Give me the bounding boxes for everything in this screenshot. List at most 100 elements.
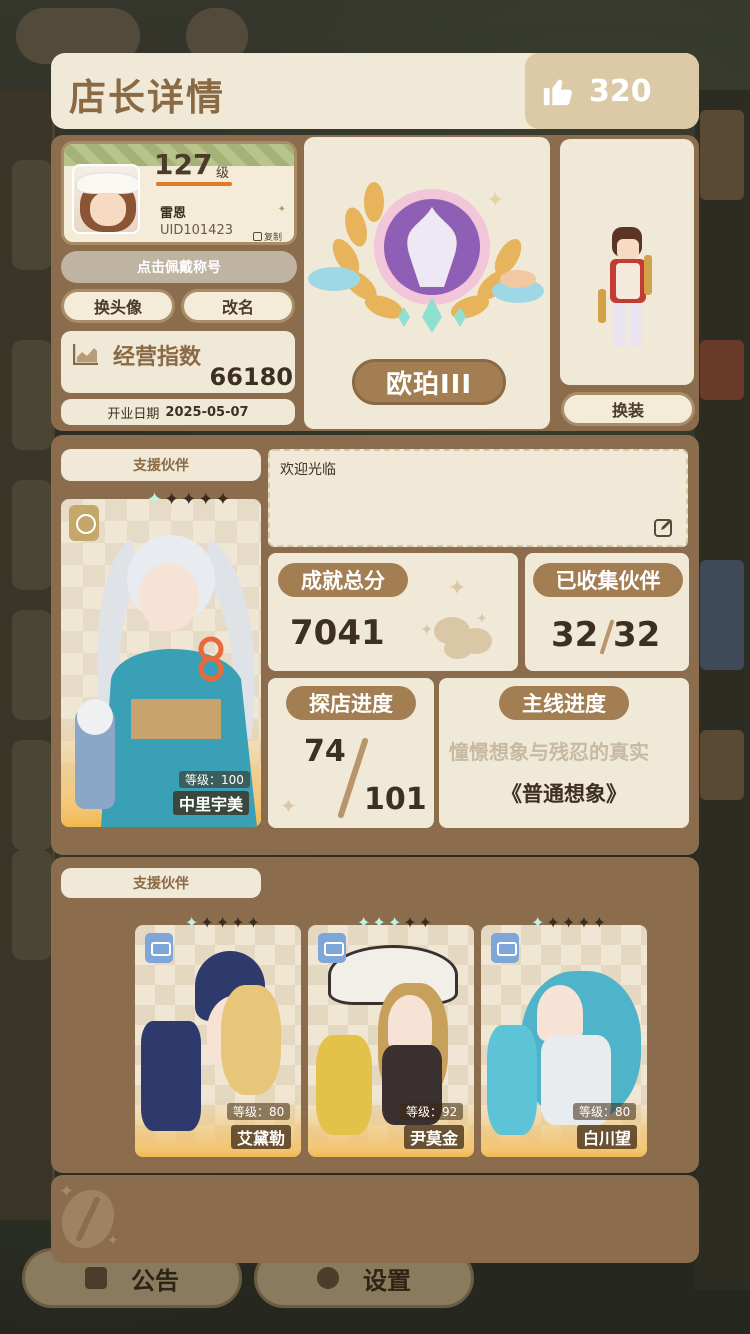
svg-text:✦: ✦ [476,611,488,627]
main-partner-level: 等级：100 [179,771,250,788]
partner-stars: ✦ ✦ ✦ ✦ ✦ [185,913,260,932]
likes-count: 320 [589,73,652,109]
star-icon: ✦ [418,913,433,932]
story-progress-card[interactable]: 主线进度 憧憬想象与残忍的真实 《普通想象》 [439,678,689,828]
chart-icon [73,344,98,365]
main-partner-name: 中里宇美 [173,791,250,815]
change-outfit-button[interactable]: 换装 [561,392,695,426]
support-partners-label: 支援伙伴 [61,868,261,898]
star-icon: ✦ [215,913,230,932]
star-icon: ✦ [372,913,386,932]
star-icon: ✦ [147,489,163,510]
thumbs-up-icon [541,74,575,108]
achievement-card[interactable]: 成就总分 7041 ✦ ✦ ✦ [268,553,518,671]
partner-hair [221,985,281,1095]
page-title: 店长详情 [69,76,225,119]
partner-type-icon [318,933,346,963]
star-icon: ✦ [592,913,607,932]
copy-uid-button[interactable]: 复制 [252,230,282,243]
change-avatar-button[interactable]: 换头像 [61,289,175,323]
story-mode: 《普通想象》 [501,782,627,806]
open-date-value: 2025-05-07 [165,404,249,420]
star-icon: ✦ [387,913,402,932]
business-index-label: 经营指数 [113,345,202,370]
welcome-message-box[interactable]: 欢迎光临 [268,449,688,547]
star-icon: ✦ [185,913,199,932]
avatar[interactable] [72,164,140,234]
star-icon: ✦ [231,913,245,932]
partner-stars: ✦ ✦ ✦ ✦ ✦ [531,913,606,932]
collected-total: 32 [613,615,661,655]
story-label: 主线进度 [499,686,629,720]
support-partner-card[interactable]: 等级：80 艾黛勒 [135,925,301,1157]
rename-button[interactable]: 改名 [181,289,295,323]
sparkle-icon: ✦ [277,204,286,215]
avatar-hat [76,172,138,194]
outfit-preview[interactable] [560,139,694,385]
sparkle-icon: ✦ [59,1181,75,1202]
partner-type-icon [491,933,519,963]
explore-label: 探店进度 [286,686,416,720]
background-shelf [700,560,744,670]
partner-name: 尹莫金 [404,1125,465,1149]
footer-bar: ✦ ✦ [51,1175,699,1263]
support-partner-card[interactable]: 等级：92 尹莫金 [308,925,474,1157]
explore-total: 101 [364,782,427,817]
story-chapter: 憧憬想象与残忍的真实 [449,740,649,764]
star-icon: ✦ [546,913,560,932]
copy-icon [252,232,262,241]
main-partner-label: 支援伙伴 [61,449,261,481]
background-menu-slot [12,610,52,720]
settings-label: 设置 [363,1266,411,1295]
achievement-value: 7041 [290,613,385,653]
collected-label: 已收集伙伴 [533,563,683,597]
level-underline [156,182,232,186]
notice-label: 公告 [131,1266,179,1295]
open-date: 开业日期 2025-05-07 [61,399,295,425]
partner-face [537,985,583,1041]
title-bar: 店长详情 320 [51,53,699,129]
star-icon: ✦ [200,913,214,932]
star-icon: ✦ [215,489,231,510]
copy-label: 复制 [263,233,282,243]
main-partner-card[interactable]: 等级：100 中里宇美 [61,499,261,827]
svg-text:✦: ✦ [486,188,504,213]
rank-badge-card[interactable]: ✦ 欧珀III [304,137,550,429]
gear-icon [317,1267,339,1289]
avatar-face [90,192,126,226]
background-right-scene [695,90,750,1290]
partner-level: 等级：80 [573,1103,637,1120]
star-icon: ✦ [198,489,214,510]
edit-icon[interactable] [654,517,674,537]
background-left-menu [0,90,55,1220]
partner-sprite [141,1021,201,1131]
collected-partners-card[interactable]: 已收集伙伴 32 32 [525,553,689,671]
background-menu-slot [12,740,52,850]
background-menu-slot [12,850,52,960]
sparkle-icon: ✦ [107,1233,119,1249]
background-menu-slot [12,160,52,270]
partner-level: 等级：92 [400,1103,464,1120]
support-partner-card[interactable]: 等级：80 白川望 [481,925,647,1157]
star-icon: ✦ [531,913,545,932]
wear-title-button[interactable]: 点击佩戴称号 [61,251,297,283]
explore-value: 74 [304,734,346,769]
star-icon: ✦ [561,913,576,932]
star-icon: ✦ [403,913,417,932]
sparkle-icon: ✦ [280,794,297,818]
collected-value: 32 [551,615,599,655]
business-index-card: 经营指数 66180 [61,331,295,393]
partner-type-icon [145,933,173,963]
profile-section: 127 级 雷恩 UID101423 ✦ 复制 点击佩戴称号 换头像 改名 经营… [51,135,699,431]
star-icon: ✦ [164,489,180,510]
rank-emblem-icon: ✦ [308,182,544,333]
rank-label: 欧珀III [352,359,506,405]
star-icon: ✦ [246,913,261,932]
star-icon: ✦ [577,913,591,932]
achievement-label: 成就总分 [278,563,408,597]
shopkeeper-detail-panel: 店长详情 320 127 级 雷恩 UID101423 ✦ 复制 点击佩戴称号 … [51,53,699,1265]
background-shelf [700,110,744,200]
partner-level: 等级：80 [227,1103,291,1120]
explore-progress-card[interactable]: 探店进度 74 101 ✦ [268,678,434,828]
like-button[interactable]: 320 [525,53,699,129]
